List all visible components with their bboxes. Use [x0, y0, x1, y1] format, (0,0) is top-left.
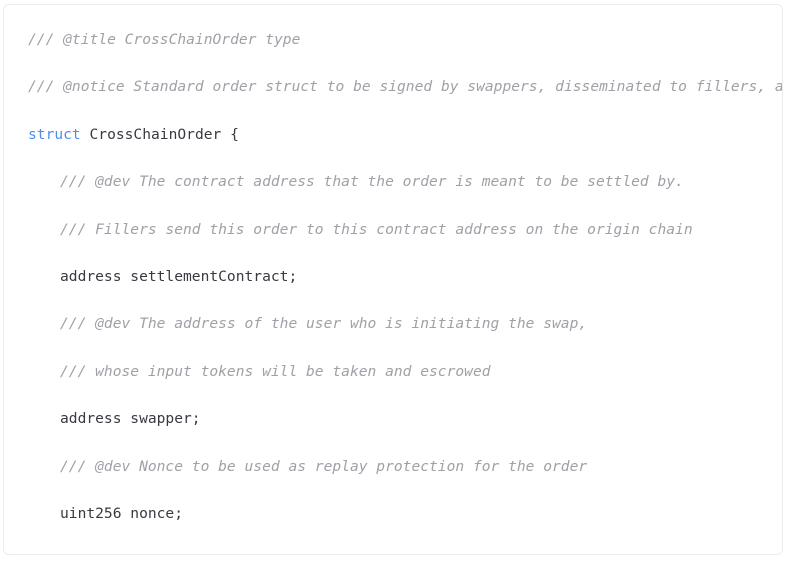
code-line: /// @title CrossChainOrder type — [4, 28, 782, 52]
code-comment: /// @dev Nonce to be used as replay prot… — [60, 457, 588, 475]
code-line: /// @dev The contract address that the o… — [4, 170, 782, 194]
code-line: /// @dev The address of the user who is … — [4, 312, 782, 336]
code-line: /// Fillers send this order to this cont… — [4, 218, 782, 242]
code-scroll-region[interactable]: /// @title CrossChainOrder type /// @not… — [4, 5, 782, 554]
code-comment: /// Fillers send this order to this cont… — [60, 220, 693, 238]
code-keyword: struct — [28, 125, 81, 143]
code-statement: address swapper; — [60, 410, 201, 428]
code-comment: /// @dev The contract address that the o… — [60, 173, 684, 191]
code-line: /// @dev Nonce to be used as replay prot… — [4, 455, 782, 479]
code-line: address settlementContract; — [4, 265, 782, 289]
code-comment: /// @dev The address of the user who is … — [60, 315, 588, 333]
code-line: struct CrossChainOrder { — [4, 123, 782, 147]
code-comment: /// @title CrossChainOrder type — [28, 31, 301, 48]
code-line: /// @notice Standard order struct to be … — [4, 75, 782, 99]
code-line: uint256 nonce; — [4, 502, 782, 526]
code-line: /// @dev The chainId of the origin chain — [4, 549, 782, 554]
code-comment: /// @notice Standard order struct to be … — [28, 78, 782, 96]
solidity-code: /// @title CrossChainOrder type /// @not… — [4, 5, 782, 554]
code-statement: uint256 nonce; — [60, 504, 184, 522]
code-block-card: /// @title CrossChainOrder type /// @not… — [3, 4, 783, 555]
code-identifier: CrossChainOrder { — [80, 125, 239, 143]
code-line: /// whose input tokens will be taken and… — [4, 360, 782, 384]
code-comment: /// whose input tokens will be taken and… — [60, 362, 491, 380]
code-line: address swapper; — [4, 407, 782, 431]
code-content: /// @title CrossChainOrder type /// @not… — [4, 28, 782, 554]
code-comment: /// @dev The chainId of the origin chain — [60, 552, 411, 554]
code-statement: address settlementContract; — [60, 267, 298, 285]
